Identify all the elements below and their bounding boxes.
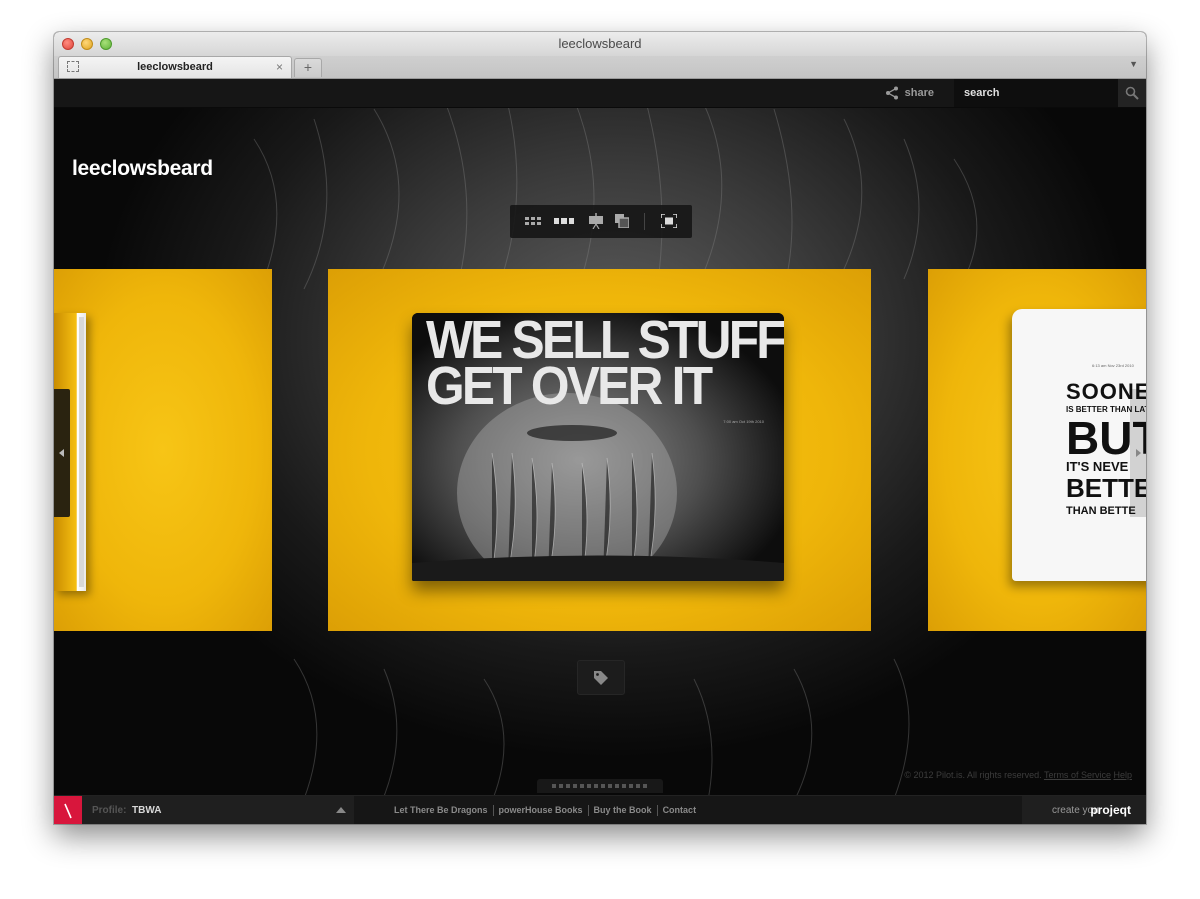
slide-current[interactable]: WE SELL STUFF GET OVER IT 7:00 am Oct 19… — [328, 269, 871, 631]
window-title: leeclowsbeard — [558, 36, 642, 51]
previous-slide-button[interactable] — [54, 389, 70, 517]
help-link[interactable]: Help — [1113, 770, 1132, 780]
carousel-view-icon — [554, 218, 574, 224]
new-tab-button[interactable]: + — [294, 58, 322, 77]
footer-links: Let There Be Dragons powerHouse Books Bu… — [394, 796, 701, 824]
slash-logo-icon — [64, 803, 72, 818]
brand-logo[interactable] — [54, 796, 82, 824]
slide-previous[interactable] — [54, 269, 272, 631]
tab-bar: leeclowsbeard × + ▼ — [54, 56, 1146, 79]
tab-overflow-chevron-icon[interactable]: ▼ — [1129, 59, 1138, 69]
projeqt-logo: projeqt — [1090, 803, 1131, 817]
profile-name: TBWA — [132, 805, 162, 816]
spread-date: 7:00 am Oct 19th 2010 — [723, 419, 764, 424]
presentation-view-button[interactable] — [588, 213, 604, 229]
footer-link-contact[interactable]: Contact — [656, 805, 702, 816]
next-slide-button[interactable] — [1130, 389, 1146, 517]
book-date: 6:13 am Nov 23rd 2010 — [1092, 363, 1134, 368]
profile-selector[interactable]: Profile: TBWA — [82, 796, 354, 824]
search-input[interactable] — [954, 79, 1118, 107]
presentation-icon — [589, 213, 603, 229]
chevron-right-icon — [1136, 449, 1141, 457]
book-page-image: WE SELL STUFF GET OVER IT 7:00 am Oct 19… — [412, 313, 784, 581]
search-box — [954, 79, 1118, 107]
slide-next[interactable]: 6:13 am Nov 23rd 2010 SOONE IS BETTER TH… — [928, 269, 1146, 631]
fullscreen-icon — [661, 214, 677, 228]
title-bar: leeclowsbeard — [54, 32, 1146, 56]
grid-view-icon — [525, 217, 541, 225]
bottom-bar: Profile: TBWA Let There Be Dragons power… — [54, 795, 1146, 824]
share-label: share — [904, 87, 934, 99]
spread-headline-line2: GET OVER IT — [426, 356, 713, 416]
top-bar: share — [54, 79, 1146, 108]
tab-leeclowsbeard[interactable]: leeclowsbeard × — [58, 56, 292, 78]
caret-up-icon — [336, 807, 346, 813]
close-window-button[interactable] — [62, 38, 74, 50]
footer-link-buy[interactable]: Buy the Book — [587, 805, 657, 816]
filmstrip-handle[interactable] — [537, 779, 663, 793]
tags-button[interactable] — [577, 660, 625, 695]
tag-icon — [594, 670, 608, 685]
toolbar-separator — [644, 213, 645, 230]
search-icon — [1125, 86, 1139, 100]
share-icon — [885, 86, 898, 100]
carousel-view-button[interactable] — [554, 213, 574, 229]
stack-view-button[interactable] — [614, 213, 630, 229]
minimize-window-button[interactable] — [81, 38, 93, 50]
site-title: leeclowsbeard — [72, 157, 213, 180]
copyright-text: © 2012 Pilot.is. All rights reserved. Te… — [904, 770, 1132, 780]
book-cover-next: 6:13 am Nov 23rd 2010 SOONE IS BETTER TH… — [1012, 309, 1146, 581]
create-projeqt-link[interactable]: create your projeqt — [1022, 796, 1146, 824]
stack-view-icon — [615, 214, 629, 228]
chevron-left-icon — [59, 449, 64, 457]
page-content: share leeclowsbeard — [54, 79, 1146, 824]
search-button[interactable] — [1118, 79, 1146, 107]
copyright-label: © 2012 Pilot.is. All rights reserved. — [904, 770, 1042, 780]
grid-view-button[interactable] — [524, 213, 542, 229]
browser-window: leeclowsbeard leeclowsbeard × + ▼ share … — [54, 32, 1146, 824]
view-mode-toolbar — [510, 205, 692, 238]
footer-link-powerhouse[interactable]: powerHouse Books — [492, 805, 588, 816]
book-text-line4: IT'S NEVE — [1066, 459, 1129, 474]
terms-link[interactable]: Terms of Service — [1044, 770, 1111, 780]
profile-label: Profile: — [92, 805, 127, 816]
footer-link-dragons[interactable]: Let There Be Dragons — [394, 805, 493, 816]
tab-close-icon[interactable]: × — [276, 57, 283, 78]
book-text-line6: THAN BETTE — [1066, 505, 1136, 517]
share-button[interactable]: share — [885, 79, 934, 107]
book-spread-current: WE SELL STUFF GET OVER IT 7:00 am Oct 19… — [412, 313, 784, 581]
zoom-window-button[interactable] — [100, 38, 112, 50]
fullscreen-button[interactable] — [660, 213, 678, 229]
tab-label: leeclowsbeard — [137, 61, 213, 73]
